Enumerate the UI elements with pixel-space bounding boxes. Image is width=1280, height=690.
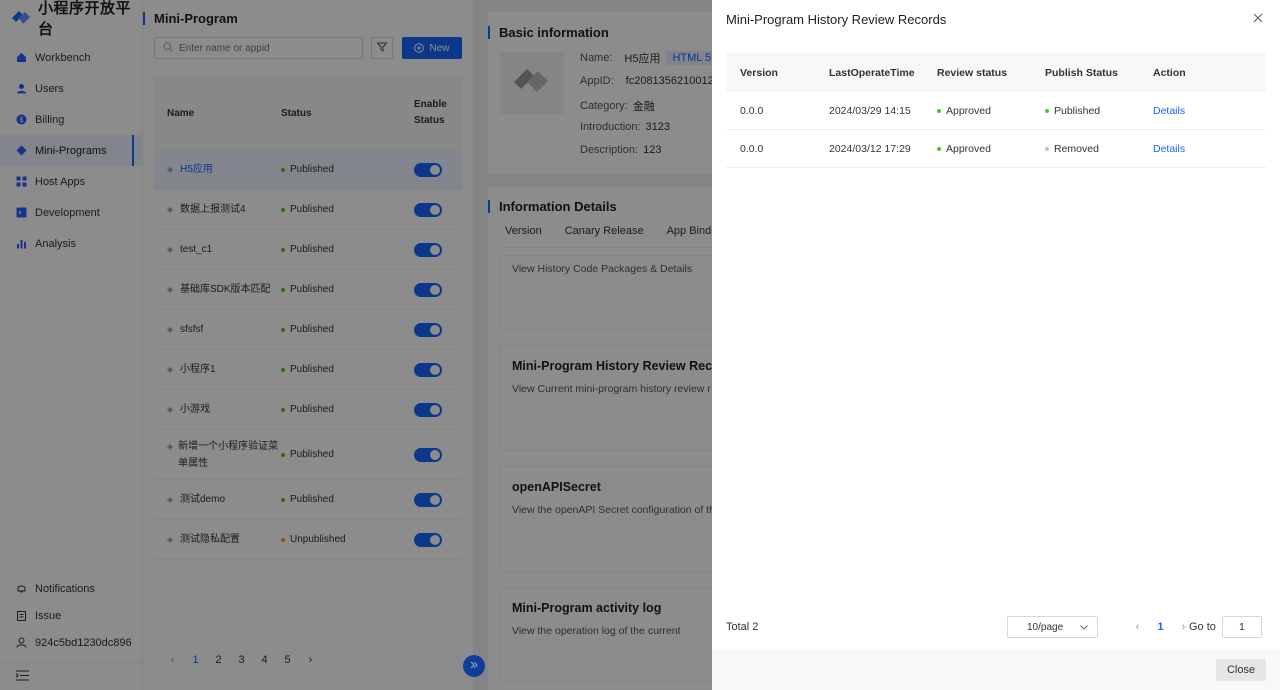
status-dot [937, 108, 941, 113]
chevron-down-icon [1079, 622, 1089, 635]
column-header-review-status: Review status [937, 66, 1008, 79]
cell-publish-status: Removed [1045, 143, 1153, 155]
publish-status-text: Removed [1054, 142, 1099, 155]
table-row: 0.0.0 2024/03/29 14:15 Approved Publishe… [726, 92, 1266, 130]
goto-page: Go to 1 [1189, 616, 1262, 638]
modal-overlay[interactable] [0, 0, 712, 690]
page-size-select[interactable]: 10/page [1007, 616, 1098, 638]
cell-action: Details [1153, 143, 1253, 155]
cell-version: 0.0.0 [740, 104, 764, 117]
cell-action: Details [1153, 105, 1253, 117]
status-dot [1045, 108, 1049, 113]
page-size-value: 10/page [1027, 621, 1064, 633]
close-icon[interactable] [1252, 12, 1264, 24]
close-button[interactable]: Close [1216, 659, 1266, 681]
expand-panel-button[interactable] [463, 655, 485, 677]
column-header-last-operate-time: LastOperateTime [829, 66, 915, 79]
drawer-pager: ‹ 1 › [1126, 621, 1195, 633]
status-dot [1045, 146, 1049, 151]
review-records-drawer: Mini-Program History Review Records Vers… [712, 0, 1280, 690]
cell-time: 2024/03/29 14:15 [829, 104, 911, 117]
total-count: Total 2 [726, 621, 759, 633]
cell-review-status: Approved [937, 105, 1045, 117]
goto-page-input[interactable]: 1 [1221, 616, 1262, 638]
column-header-version: Version [740, 66, 778, 79]
double-chevron-right-icon [469, 660, 479, 673]
details-link[interactable]: Details [1153, 143, 1185, 155]
drawer-footer: Close [712, 650, 1280, 690]
drawer-title: Mini-Program History Review Records [726, 11, 947, 27]
publish-status-text: Published [1054, 104, 1101, 117]
prev-page-button[interactable]: ‹ [1126, 621, 1149, 633]
cell-review-status: Approved [937, 143, 1045, 155]
table-header: Version LastOperateTime Review status Pu… [726, 53, 1266, 92]
review-status-text: Approved [946, 142, 991, 155]
column-header-publish-status: Publish Status [1045, 66, 1118, 79]
column-header-action: Action [1153, 66, 1186, 79]
review-status-text: Approved [946, 104, 991, 117]
status-dot [937, 146, 941, 151]
cell-time: 2024/03/12 17:29 [829, 142, 911, 155]
goto-label: Go to [1189, 621, 1216, 633]
cell-publish-status: Published [1045, 105, 1153, 117]
details-link[interactable]: Details [1153, 105, 1185, 117]
current-page-button[interactable]: 1 [1149, 621, 1172, 633]
table-row: 0.0.0 2024/03/12 17:29 Approved Removed … [726, 130, 1266, 168]
drawer-pagination: Total 2 10/page ‹ 1 › Go to 1 [726, 616, 1266, 638]
review-records-table: Version LastOperateTime Review status Pu… [726, 53, 1266, 168]
cell-version: 0.0.0 [740, 142, 764, 155]
